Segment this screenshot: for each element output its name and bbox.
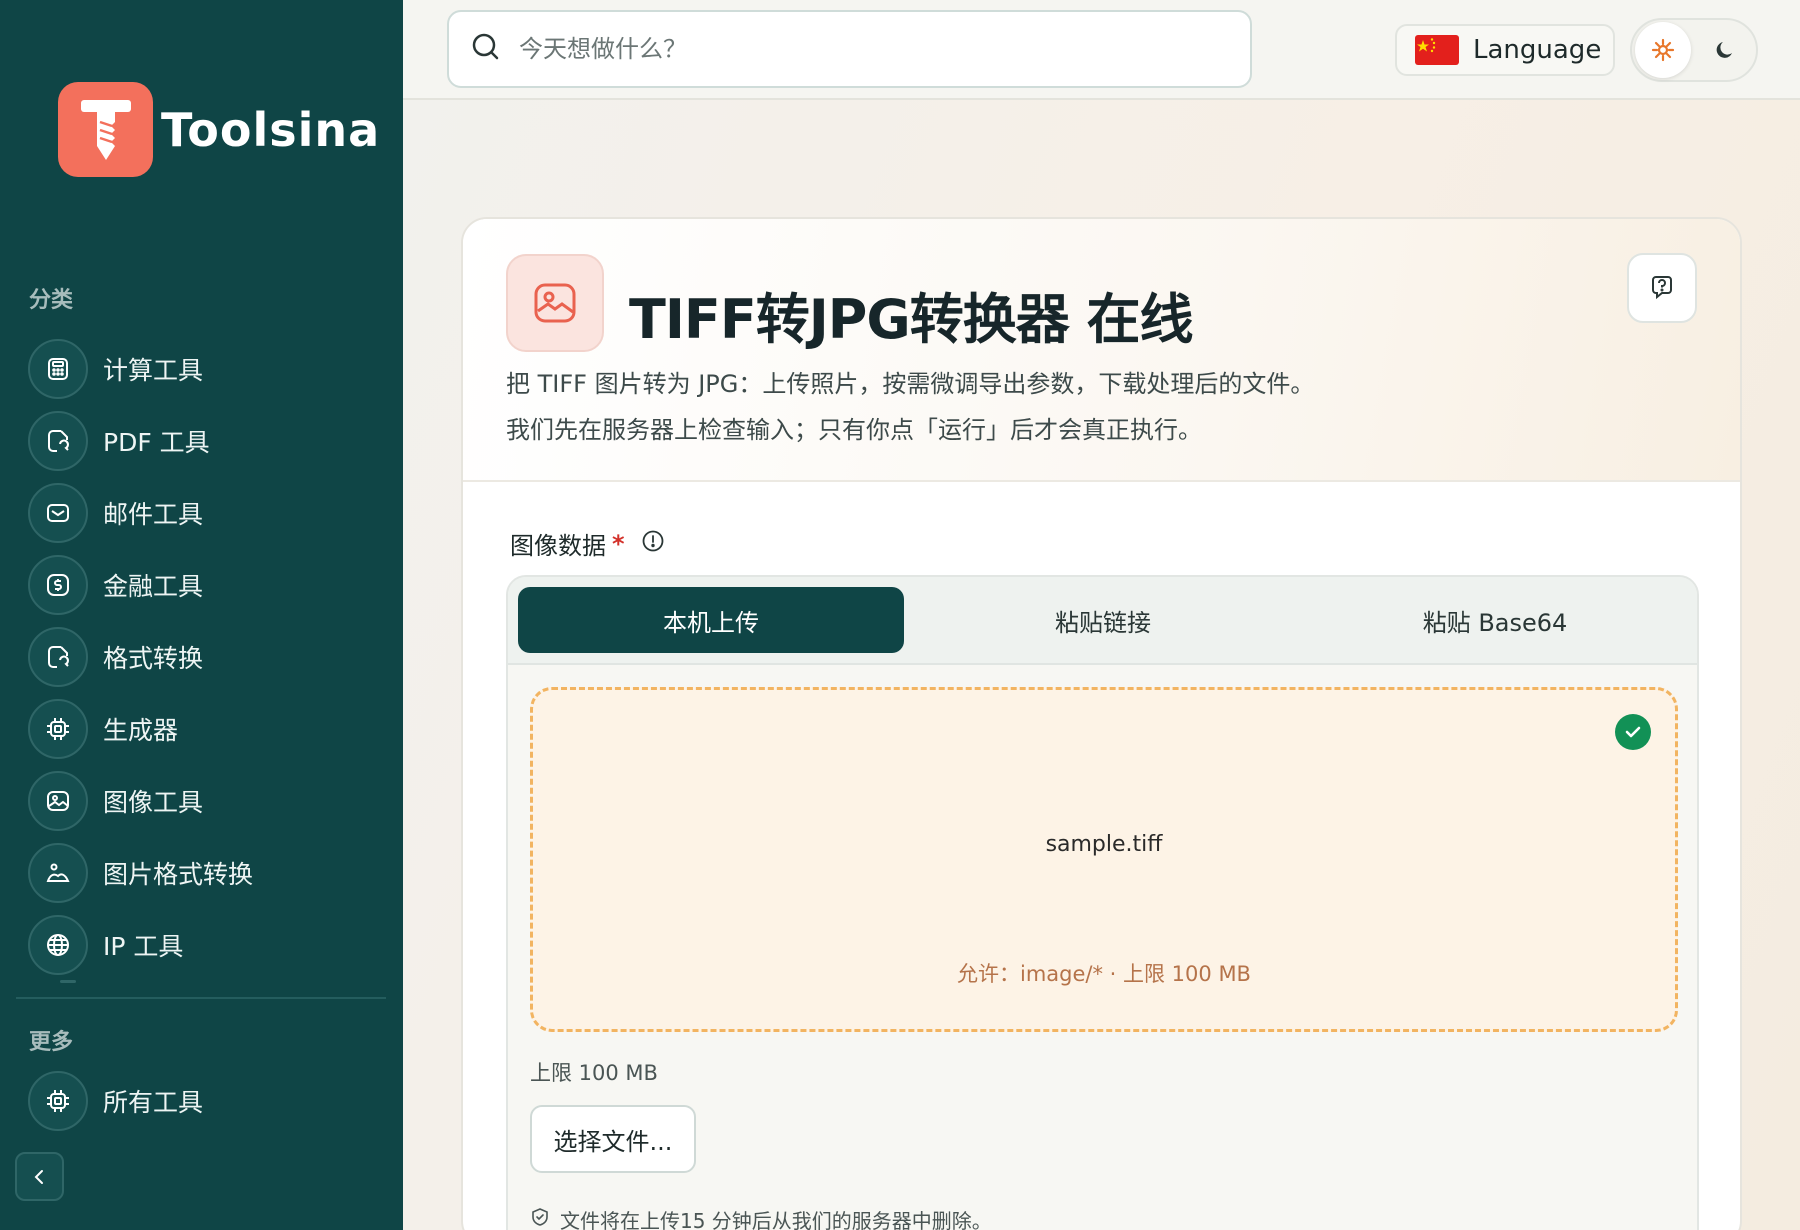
sidebar-item-label: 邮件工具 — [103, 500, 204, 529]
field-label: 图像数据 * — [510, 526, 665, 561]
sidebar-item-label: IP 工具 — [103, 932, 184, 961]
chip-icon — [28, 1071, 88, 1131]
search-bar[interactable] — [447, 10, 1252, 88]
sidebar-item-all-tools[interactable]: 所有工具 — [28, 1065, 203, 1137]
sidebar-item-calc[interactable]: 计算工具 — [28, 333, 253, 405]
deletion-notice: 文件将在上传15 分钟后从我们的服务器中删除。 — [530, 1205, 992, 1230]
info-icon[interactable] — [641, 529, 665, 559]
top-bar: Language — [403, 0, 1800, 100]
page-title: TIFF转JPG转换器 在线 — [629, 288, 1193, 351]
tool-card: TIFF转JPG转换器 在线 把 TIFF 图片转为 JPG：上传照片，按需微调… — [461, 217, 1742, 1230]
image-icon — [506, 254, 604, 352]
sidebar-item-ip[interactable]: IP 工具 — [28, 909, 253, 981]
sidebar-item-label: 金融工具 — [103, 572, 204, 601]
field-label-text: 图像数据 — [510, 532, 606, 560]
image-convert-icon — [28, 843, 88, 903]
chevron-left-icon — [34, 1169, 43, 1184]
help-button[interactable] — [1627, 253, 1697, 323]
convert-icon — [28, 627, 88, 687]
china-flag-icon — [1415, 35, 1459, 65]
sidebar-item-convert[interactable]: 格式转换 — [28, 621, 253, 693]
more-nav: 所有工具 — [28, 1065, 203, 1137]
sidebar-item-label: 图像工具 — [103, 788, 204, 817]
logo-icon — [58, 82, 153, 177]
moon-icon — [1716, 42, 1732, 58]
tool-description-note: 我们先在服务器上检查输入；只有你点「运行」后才会真正执行。 — [506, 416, 1202, 444]
theme-toggle[interactable] — [1630, 18, 1758, 82]
upload-panel: 本机上传 粘贴链接 粘贴 Base64 sample.tiff 允许：image… — [506, 575, 1699, 1230]
sidebar-item-label: 计算工具 — [103, 356, 204, 385]
sidebar: Toolsina 分类 计算工具 PDF 工具 邮件工具 金融工具 格式转换 生… — [0, 0, 403, 1230]
search-icon — [471, 32, 501, 66]
globe-icon — [28, 915, 88, 975]
sidebar-item-label: 格式转换 — [103, 644, 204, 673]
sidebar-item-image[interactable]: 图像工具 — [28, 765, 253, 837]
sidebar-item-pdf[interactable]: PDF 工具 — [28, 405, 253, 477]
sun-icon — [1651, 38, 1675, 62]
check-icon — [1615, 714, 1651, 750]
size-limit-text: 上限 100 MB — [530, 1061, 658, 1085]
sidebar-item-image-convert[interactable]: 图片格式转换 — [28, 837, 253, 909]
tool-header: TIFF转JPG转换器 在线 把 TIFF 图片转为 JPG：上传照片，按需微调… — [463, 219, 1740, 482]
sidebar-item-generator[interactable]: 生成器 — [28, 693, 253, 765]
sidebar-item-finance[interactable]: 金融工具 — [28, 549, 253, 621]
chip-icon — [28, 699, 88, 759]
tab-paste-link[interactable]: 粘贴链接 — [910, 587, 1296, 653]
brand-logo[interactable]: Toolsina — [58, 82, 380, 177]
calculator-icon — [28, 339, 88, 399]
sidebar-item-mail[interactable]: 邮件工具 — [28, 477, 253, 549]
required-mark: * — [612, 529, 625, 558]
choose-file-button[interactable]: 选择文件... — [530, 1105, 696, 1173]
file-dropzone[interactable]: sample.tiff 允许：image/* · 上限 100 MB — [530, 687, 1678, 1032]
dark-mode-button[interactable] — [1697, 22, 1753, 78]
categories-heading: 分类 — [29, 288, 74, 313]
document-icon — [28, 411, 88, 471]
language-button[interactable]: Language — [1395, 24, 1615, 76]
tab-paste-base64[interactable]: 粘贴 Base64 — [1302, 587, 1688, 653]
sidebar-item-label: 所有工具 — [103, 1088, 204, 1117]
sidebar-divider — [16, 997, 386, 999]
shield-check-icon — [530, 1207, 550, 1230]
collapse-sidebar-button[interactable] — [15, 1152, 64, 1201]
image-icon — [28, 771, 88, 831]
tab-local-upload[interactable]: 本机上传 — [518, 587, 904, 653]
more-heading: 更多 — [29, 1030, 74, 1055]
scroll-hint — [60, 980, 76, 983]
sidebar-item-label: PDF 工具 — [103, 428, 210, 457]
tool-description: 把 TIFF 图片转为 JPG：上传照片，按需微调导出参数，下载处理后的文件。 — [506, 370, 1315, 398]
help-chat-icon — [1652, 276, 1672, 300]
dollar-icon — [28, 555, 88, 615]
input-tabs: 本机上传 粘贴链接 粘贴 Base64 — [508, 577, 1697, 665]
brand-name: Toolsina — [161, 102, 381, 157]
sidebar-item-label: 生成器 — [103, 716, 179, 745]
language-label: Language — [1473, 35, 1602, 65]
light-mode-button[interactable] — [1635, 22, 1691, 78]
search-input[interactable] — [519, 35, 1219, 63]
category-nav: 计算工具 PDF 工具 邮件工具 金融工具 格式转换 生成器 图像工具 图片格式… — [28, 333, 253, 981]
mail-icon — [28, 483, 88, 543]
uploaded-file-name: sample.tiff — [1045, 832, 1163, 857]
sidebar-item-label: 图片格式转换 — [103, 860, 254, 889]
deletion-notice-text: 文件将在上传15 分钟后从我们的服务器中删除。 — [560, 1209, 992, 1230]
allowed-types-text: 允许：image/* · 上限 100 MB — [957, 962, 1251, 986]
